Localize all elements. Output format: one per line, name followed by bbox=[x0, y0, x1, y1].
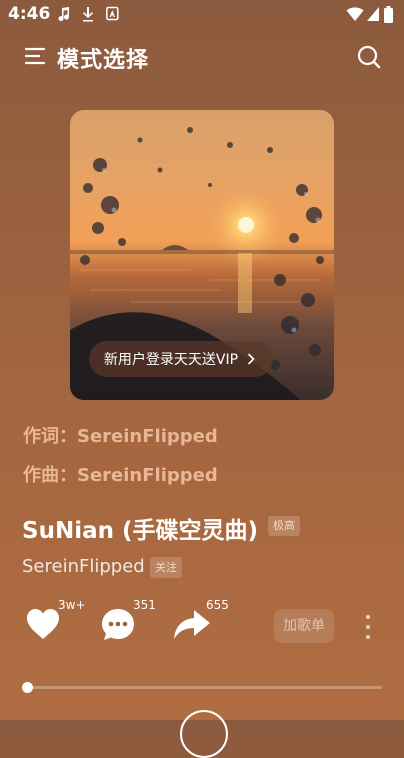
status-bar: 4:46 bbox=[0, 0, 404, 30]
signal-icon bbox=[367, 7, 379, 21]
quality-badge[interactable]: 极高 bbox=[268, 516, 300, 536]
composer-credit: 作曲：SereinFlipped bbox=[23, 465, 218, 486]
progress-thumb[interactable] bbox=[22, 682, 33, 693]
song-title: SuNian (手碟空灵曲) bbox=[22, 518, 258, 544]
menu-icon[interactable] bbox=[24, 46, 46, 66]
like-count: 3w+ bbox=[58, 598, 86, 612]
music-note-icon bbox=[58, 7, 70, 22]
search-icon[interactable] bbox=[356, 44, 382, 70]
play-button[interactable] bbox=[180, 710, 228, 758]
artist-name[interactable]: SereinFlipped bbox=[22, 556, 145, 577]
vip-promo-button[interactable]: 新用户登录天天送VIP bbox=[89, 341, 273, 377]
wifi-icon bbox=[346, 7, 364, 21]
font-icon bbox=[106, 6, 119, 21]
vip-promo-label: 新用户登录天天送VIP bbox=[103, 352, 239, 368]
chevron-right-icon bbox=[248, 353, 255, 365]
add-to-playlist-button[interactable]: 加歌单 bbox=[274, 609, 334, 643]
share-icon[interactable] bbox=[172, 608, 212, 642]
status-time: 4:46 bbox=[8, 4, 51, 24]
more-vertical-icon[interactable] bbox=[362, 612, 374, 642]
follow-button[interactable]: 关注 bbox=[150, 557, 182, 578]
battery-icon bbox=[384, 6, 393, 23]
lyricist-credit: 作词：SereinFlipped bbox=[23, 426, 218, 447]
page-title: 模式选择 bbox=[57, 48, 150, 73]
download-icon bbox=[83, 7, 93, 22]
progress-track[interactable] bbox=[26, 686, 382, 689]
share-count: 655 bbox=[206, 598, 229, 612]
like-icon[interactable] bbox=[25, 607, 61, 641]
comment-count: 351 bbox=[133, 598, 156, 612]
comment-icon[interactable] bbox=[100, 607, 136, 643]
